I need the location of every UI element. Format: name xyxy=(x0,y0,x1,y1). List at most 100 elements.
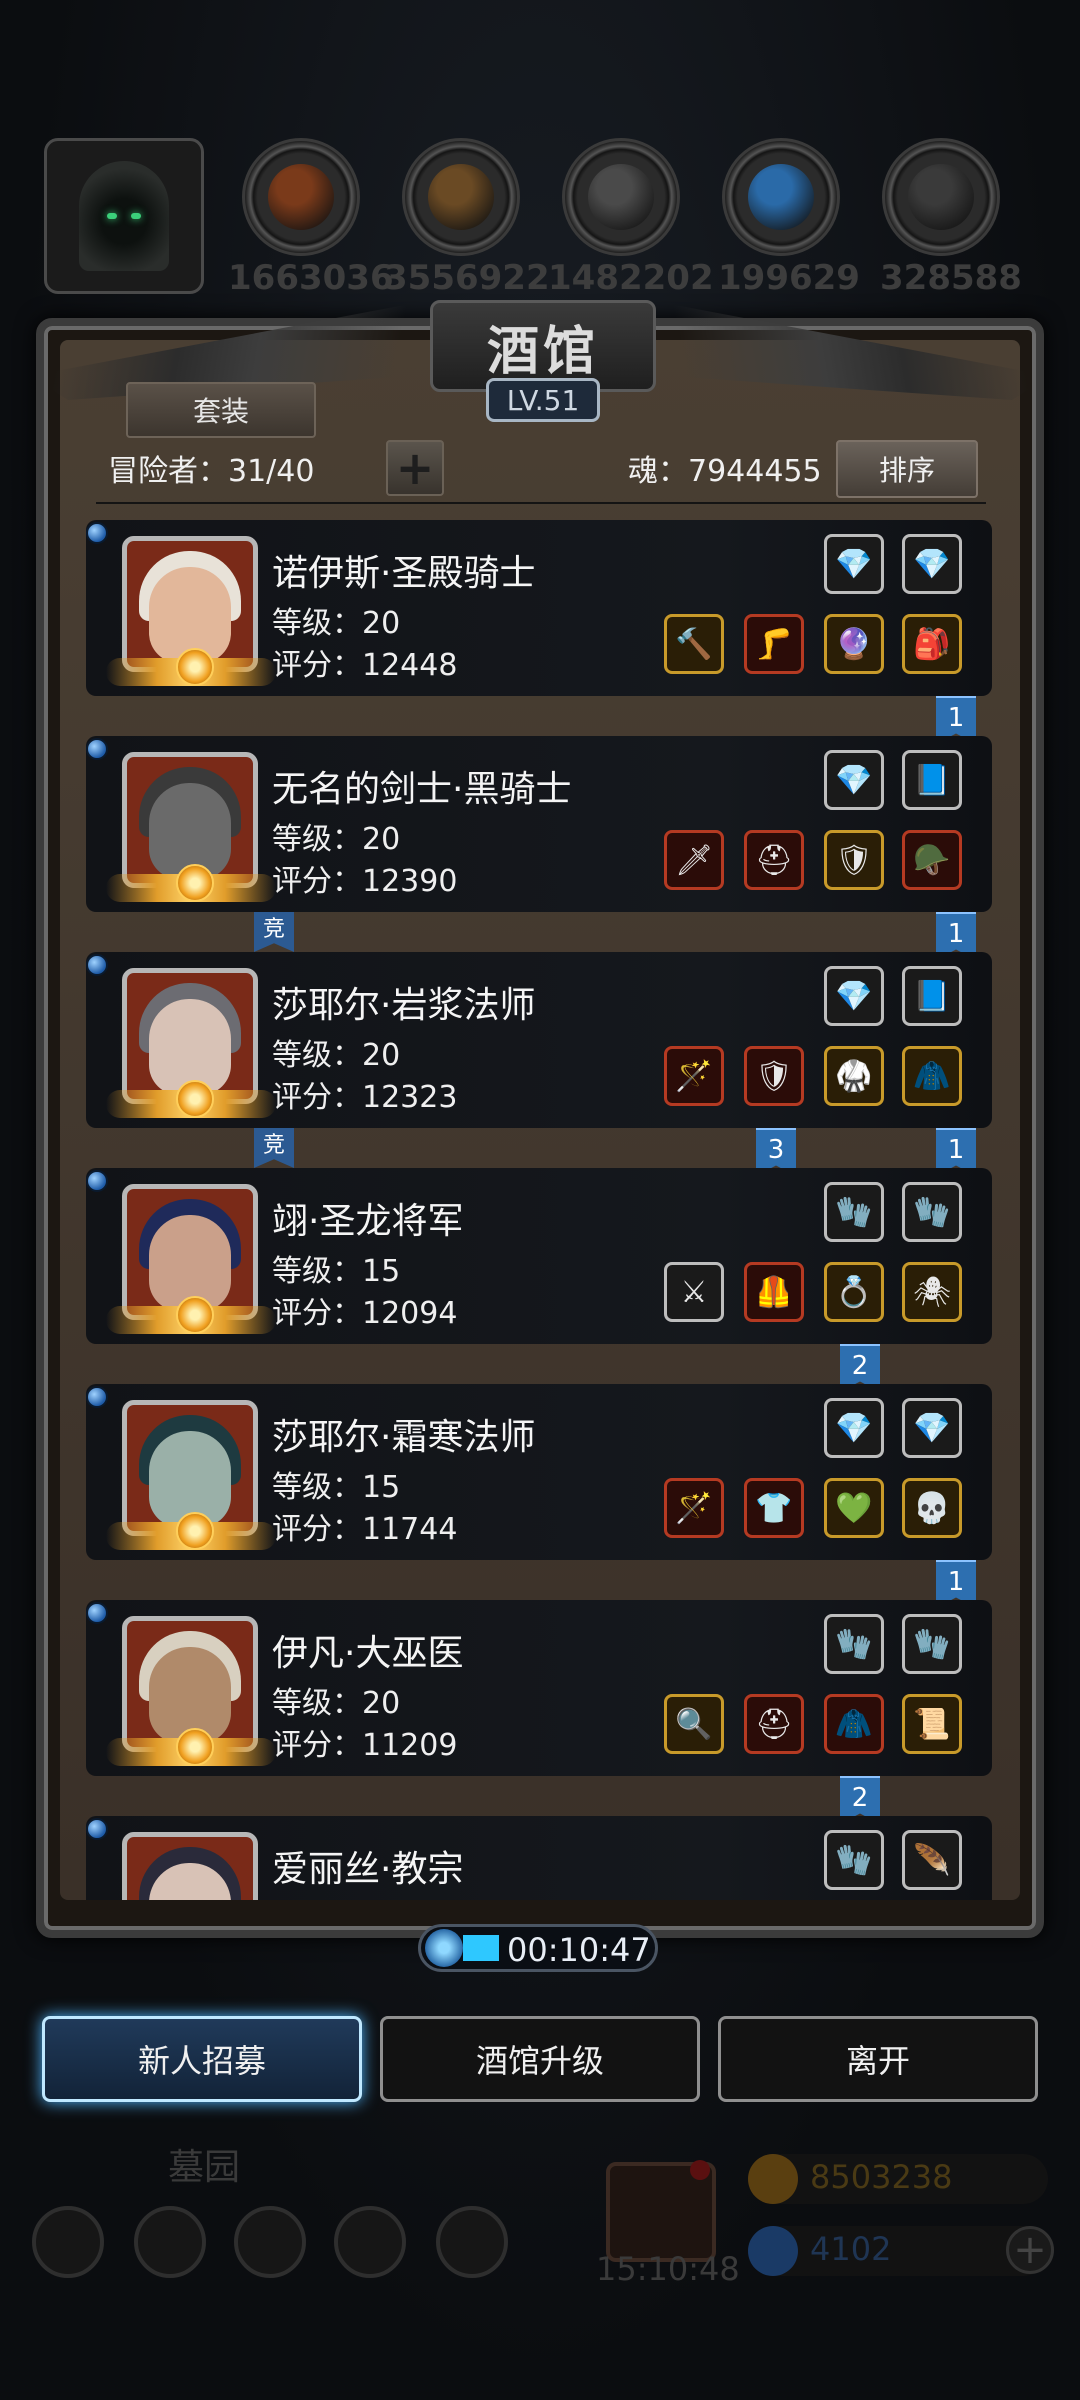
blue-gem-icon xyxy=(748,2226,798,2276)
blue-gem-marker-icon xyxy=(86,954,108,976)
equipment-slot-icon[interactable]: 🧥 xyxy=(902,1046,962,1106)
equipment-slot-icon[interactable]: 🗡 xyxy=(664,830,724,890)
hero-card[interactable]: 无名的剑士·黑骑士等级：20 评分：12390 💎 📘 🗡 ⛑ 🛡 🪖 xyxy=(86,736,992,912)
blue-gem-marker-icon xyxy=(86,738,108,760)
rank-orb-icon xyxy=(176,1080,214,1118)
gem-slot-icon[interactable]: 📘 xyxy=(902,966,962,1026)
player-avatar[interactable] xyxy=(44,138,204,294)
equipment-slot-icon[interactable]: 🦵 xyxy=(744,614,804,674)
ore-icon xyxy=(268,164,334,230)
hero-list[interactable]: 诺伊斯·圣殿骑士 等级：20 评分：12448 💎 💎 🔨 🦵 🔮 🎒 1 无名的剑士·黑骑士 等级：… xyxy=(86,520,996,1900)
gem-slot-icon[interactable]: 💎 xyxy=(902,534,962,594)
equipment-slot-icon[interactable]: ⛑ xyxy=(744,830,804,890)
gem-slot-icon[interactable]: 🧤 xyxy=(902,1182,962,1242)
timer-text: 00:10:47 xyxy=(507,1931,651,1969)
resource-4[interactable] xyxy=(882,138,1000,256)
gem-value: 4102 xyxy=(810,2230,892,2268)
gem-slot-icon[interactable]: 💎 xyxy=(824,534,884,594)
resource-2[interactable] xyxy=(562,138,680,256)
emblem-icon xyxy=(436,2206,508,2278)
hero-score: 评分：12094 xyxy=(272,1296,458,1331)
adventurer-count: 冒险者：31/40 xyxy=(108,454,315,489)
equipment-slot-icon[interactable]: 🛡 xyxy=(824,830,884,890)
resource-3[interactable] xyxy=(722,138,840,256)
hero-card[interactable]: 莎耶尔·霜寒法师 等级：15 评分：11744 💎 💎 🪄 👕 💚 💀 xyxy=(86,1384,992,1560)
leave-button[interactable]: 离开 xyxy=(718,2016,1038,2102)
hero-score: 评分：11744 xyxy=(272,1512,458,1547)
wood-icon xyxy=(428,164,494,230)
gem-slot-icon[interactable]: 🧤 xyxy=(824,1614,884,1674)
gem-slot-icon[interactable]: 💎 xyxy=(824,966,884,1026)
header-divider xyxy=(96,502,986,504)
hero-level: 等级 xyxy=(272,1894,332,1900)
equipment-slot-icon[interactable]: 🦺 xyxy=(744,1262,804,1322)
gem-slot-icon[interactable]: 🧤 xyxy=(824,1182,884,1242)
hero-card[interactable]: 爱丽丝·教宗等级 🧤 🪶 xyxy=(86,1816,992,1900)
resource-value: 199629 xyxy=(718,258,860,298)
hero-level: 等级：20 xyxy=(272,1686,401,1721)
sort-button[interactable]: 排序 xyxy=(836,440,978,498)
equipment-slot-icon[interactable]: ⚔ xyxy=(664,1262,724,1322)
clock-icon xyxy=(425,1929,463,1967)
tavern-upgrade-button[interactable]: 酒馆升级 xyxy=(380,2016,700,2102)
gem-slot-icon[interactable]: 💎 xyxy=(824,750,884,810)
blue-gem-marker-icon xyxy=(86,1602,108,1624)
gem-slot-icon[interactable]: 🧤 xyxy=(824,1830,884,1890)
resource-1[interactable] xyxy=(402,138,520,256)
outfit-tab[interactable]: 套装 xyxy=(126,382,316,438)
equipment-slot-icon[interactable]: 💍 xyxy=(824,1262,884,1322)
gold-value: 8503238 xyxy=(810,2158,953,2196)
equipment-slot-icon[interactable]: 🥋 xyxy=(824,1046,884,1106)
resource-value: 1482202 xyxy=(548,258,714,298)
hero-score: 评分：12390 xyxy=(272,864,458,899)
equipment-slot-icon[interactable]: 🪖 xyxy=(902,830,962,890)
iron-icon xyxy=(908,164,974,230)
hero-card[interactable]: 伊凡·大巫医 等级：20 评分：11209 🧤 🧤 🔍 ⛑ 🧥 📜 xyxy=(86,1600,992,1776)
equipment-slot-icon[interactable]: 🛡 xyxy=(744,1046,804,1106)
equipment-slot-icon[interactable]: 🕷 xyxy=(902,1262,962,1322)
hero-score: 评分：12323 xyxy=(272,1080,458,1115)
equipment-slot-icon[interactable]: 🧥 xyxy=(824,1694,884,1754)
recruit-button[interactable]: 新人招募 xyxy=(42,2016,362,2102)
gear-icon xyxy=(32,2206,104,2278)
arena-badge: 竞 xyxy=(254,912,294,952)
gem-slot-icon[interactable]: 📘 xyxy=(902,750,962,810)
hero-portrait[interactable] xyxy=(122,1832,258,1900)
rank-orb-icon xyxy=(176,1296,214,1334)
hero-score: 评分：12448 xyxy=(272,648,458,683)
gem-slot-icon[interactable]: 💎 xyxy=(824,1398,884,1458)
gem-slot-icon[interactable]: 🧤 xyxy=(902,1614,962,1674)
equipment-slot-icon[interactable]: 💀 xyxy=(902,1478,962,1538)
equipment-slot-icon[interactable]: 🔮 xyxy=(824,614,884,674)
blue-gem-marker-icon xyxy=(86,1818,108,1840)
gem-slot-icon[interactable]: 💎 xyxy=(902,1398,962,1458)
hero-level: 等级：20 xyxy=(272,822,401,857)
resource-value: 328588 xyxy=(880,258,1022,298)
resource-0[interactable] xyxy=(242,138,360,256)
notification-dot xyxy=(690,2160,710,2180)
hero-name: 诺伊斯·圣殿骑士 xyxy=(272,553,536,594)
tavern-timer: 00:10:47 xyxy=(418,1924,658,1972)
tavern-level-badge: LV.51 xyxy=(486,378,600,422)
blue-gem-marker-icon xyxy=(86,1386,108,1408)
equipment-slot-icon[interactable]: 🎒 xyxy=(902,614,962,674)
hero-card[interactable]: 翊·圣龙将军 等级：15 评分：12094 🧤 🧤 ⚔ 🦺 💍 🕷 xyxy=(86,1168,992,1344)
gold-icon xyxy=(748,2154,798,2204)
equipment-slot-icon[interactable]: 💚 xyxy=(824,1478,884,1538)
hero-card[interactable]: 莎耶尔·岩浆法师 等级：20 评分：12323 💎 📘 🪄 🛡 🥋 🧥 xyxy=(86,952,992,1128)
timer-progress-bar xyxy=(463,1935,499,1961)
gem-slot-icon[interactable]: 🪶 xyxy=(902,1830,962,1890)
rank-orb-icon xyxy=(176,864,214,902)
equipment-slot-icon[interactable]: 🔨 xyxy=(664,614,724,674)
equipment-slot-icon[interactable]: 📜 xyxy=(902,1694,962,1754)
hero-name: 无名的剑士·黑骑士 xyxy=(272,769,572,810)
equipment-slot-icon[interactable]: 👕 xyxy=(744,1478,804,1538)
add-slot-button[interactable]: + xyxy=(386,440,444,496)
hero-card[interactable]: 诺伊斯·圣殿骑士 等级：20 评分：12448 💎 💎 🔨 🦵 🔮 🎒 xyxy=(86,520,992,696)
rank-orb-icon xyxy=(176,1512,214,1550)
equipment-slot-icon[interactable]: 🪄 xyxy=(664,1478,724,1538)
hero-name: 莎耶尔·霜寒法师 xyxy=(272,1417,536,1458)
equipment-slot-icon[interactable]: 🔍 xyxy=(664,1694,724,1754)
equipment-slot-icon[interactable]: ⛑ xyxy=(744,1694,804,1754)
equipment-slot-icon[interactable]: 🪄 xyxy=(664,1046,724,1106)
